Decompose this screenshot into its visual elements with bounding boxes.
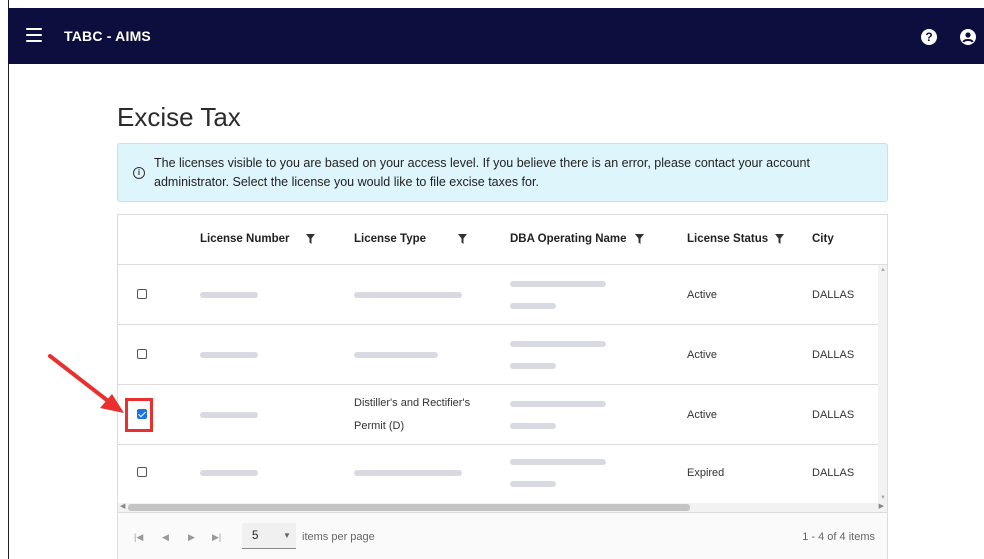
redacted-dba-name bbox=[510, 281, 606, 287]
pager: |◀ ◀ ▶ ▶| 5 ▼ items per page 1 - 4 of 4 … bbox=[118, 512, 887, 559]
horizontal-scrollbar[interactable]: ◀ ▶ bbox=[118, 503, 887, 512]
info-alert: i The licenses visible to you are based … bbox=[117, 143, 888, 202]
redacted-dba-name bbox=[510, 363, 556, 369]
column-header-license-number[interactable]: License Number bbox=[200, 233, 289, 245]
alert-text: The licenses visible to you are based on… bbox=[154, 156, 810, 189]
row-checkbox[interactable] bbox=[137, 349, 147, 359]
grid-header: License Number License Type DBA Operatin… bbox=[118, 215, 887, 265]
redacted-dba-name bbox=[510, 423, 556, 429]
redacted-dba-name bbox=[510, 341, 606, 347]
column-header-license-type[interactable]: License Type bbox=[354, 233, 426, 245]
redacted-dba-name bbox=[510, 401, 606, 407]
column-header-license-status[interactable]: License Status bbox=[687, 233, 768, 245]
redacted-license-number bbox=[200, 470, 258, 476]
scrollbar-thumb[interactable] bbox=[128, 504, 690, 511]
annotation-arrow-icon bbox=[48, 354, 124, 413]
first-page-icon[interactable]: |◀ bbox=[134, 532, 143, 543]
table-row-selected[interactable]: Distiller's and Rectifier's Permit (D) A… bbox=[118, 385, 878, 445]
last-page-icon[interactable]: ▶| bbox=[212, 532, 221, 543]
pager-info: 1 - 4 of 4 items bbox=[802, 531, 875, 543]
previous-page-icon[interactable]: ◀ bbox=[162, 532, 169, 543]
filter-icon[interactable] bbox=[306, 234, 315, 244]
table-row[interactable]: Active DALLAS bbox=[118, 265, 878, 325]
redacted-license-type bbox=[354, 352, 438, 358]
redacted-license-number bbox=[200, 412, 258, 418]
redacted-dba-name bbox=[510, 481, 556, 487]
top-bar: TABC - AIMS ? bbox=[8, 8, 984, 64]
license-grid: License Number License Type DBA Operatin… bbox=[117, 214, 888, 559]
page-size-value: 5 bbox=[252, 530, 259, 542]
next-page-icon[interactable]: ▶ bbox=[188, 532, 195, 543]
scroll-left-icon[interactable]: ◀ bbox=[120, 502, 125, 510]
city: DALLAS bbox=[812, 467, 855, 479]
redacted-license-type bbox=[354, 470, 462, 476]
license-status: Active bbox=[687, 289, 717, 301]
filter-icon[interactable] bbox=[458, 234, 467, 244]
city: DALLAS bbox=[812, 409, 855, 421]
license-status: Expired bbox=[687, 467, 725, 479]
table-row[interactable]: Active DALLAS bbox=[118, 325, 878, 385]
license-status: Active bbox=[687, 409, 717, 421]
column-header-city[interactable]: City bbox=[812, 233, 834, 245]
info-icon: i bbox=[133, 167, 145, 179]
city: DALLAS bbox=[812, 349, 855, 361]
redacted-dba-name bbox=[510, 459, 606, 465]
help-icon[interactable]: ? bbox=[921, 29, 937, 45]
redacted-license-type bbox=[354, 292, 462, 298]
redacted-license-number bbox=[200, 352, 258, 358]
filter-icon[interactable] bbox=[635, 234, 644, 244]
chevron-down-icon: ▼ bbox=[283, 531, 291, 540]
column-header-dba-operating-name[interactable]: DBA Operating Name bbox=[510, 233, 627, 245]
table-row[interactable]: Expired DALLAS bbox=[118, 445, 878, 503]
scroll-up-icon[interactable]: ▲ bbox=[880, 267, 886, 273]
hamburger-menu-icon[interactable] bbox=[26, 28, 42, 42]
vertical-scrollbar[interactable]: ▲ ▼ bbox=[878, 265, 887, 503]
license-type-line-2: Permit (D) bbox=[354, 420, 405, 432]
row-checkbox[interactable] bbox=[137, 467, 147, 477]
page-size-select[interactable]: 5 ▼ bbox=[242, 523, 296, 549]
page-title: Excise Tax bbox=[117, 102, 241, 132]
filter-icon[interactable] bbox=[775, 234, 784, 244]
license-type-line-1: Distiller's and Rectifier's bbox=[354, 397, 471, 409]
app-title[interactable]: TABC - AIMS bbox=[64, 28, 151, 44]
redacted-dba-name bbox=[510, 303, 556, 309]
scroll-right-icon[interactable]: ▶ bbox=[879, 502, 884, 510]
user-account-icon[interactable] bbox=[960, 29, 976, 45]
license-status: Active bbox=[687, 349, 717, 361]
items-per-page-label: items per page bbox=[302, 531, 375, 543]
city: DALLAS bbox=[812, 289, 855, 301]
scroll-down-icon[interactable]: ▼ bbox=[880, 495, 886, 501]
row-checkbox[interactable] bbox=[137, 289, 147, 299]
redacted-license-number bbox=[200, 292, 258, 298]
